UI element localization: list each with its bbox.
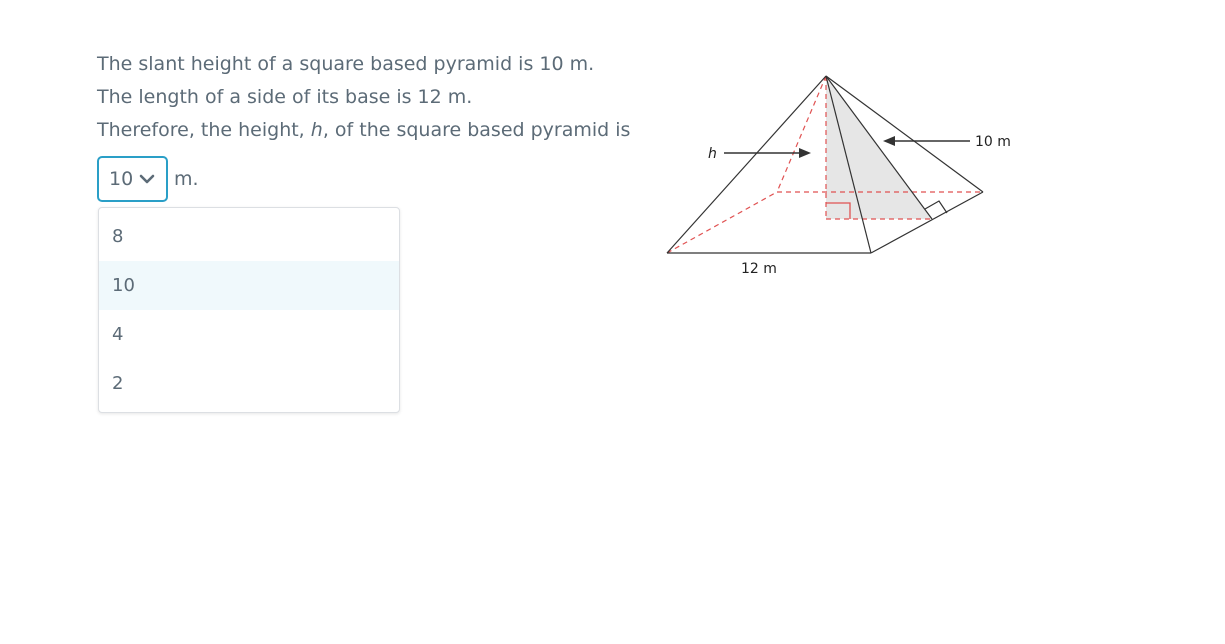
answer-select-value: 10 xyxy=(109,168,134,190)
question-page: The slant height of a square based pyram… xyxy=(0,0,1225,644)
question-line-3-prefix: Therefore, the height, xyxy=(97,119,311,141)
pyramid-diagram: h 10 m 12 m xyxy=(666,75,1011,277)
answer-select[interactable]: 10 xyxy=(97,156,168,202)
height-variable: h xyxy=(310,119,323,141)
hidden-edges xyxy=(666,75,983,254)
chevron-down-icon xyxy=(139,174,155,184)
question-text: The slant height of a square based pyram… xyxy=(97,48,637,147)
answer-dropdown-menu: 8 10 4 2 xyxy=(98,207,400,413)
answer-option[interactable]: 8 xyxy=(99,212,399,261)
question-line-2: The length of a side of its base is 12 m… xyxy=(97,86,473,108)
height-arrow xyxy=(724,148,811,158)
slant-height-label: 10 m xyxy=(975,134,1011,150)
question-line-3: Therefore, the height, h, of the square … xyxy=(97,114,637,147)
question-line-1: The slant height of a square based pyram… xyxy=(97,53,595,75)
question-line-3-suffix: , of the square based pyramid is xyxy=(322,119,631,141)
answer-unit-label: m. xyxy=(174,168,199,190)
answer-option[interactable]: 2 xyxy=(99,359,399,408)
base-length-label: 12 m xyxy=(741,261,777,277)
height-label: h xyxy=(708,146,717,162)
slant-arrow xyxy=(883,136,970,146)
answer-row: 10 m. xyxy=(97,156,199,202)
answer-option[interactable]: 4 xyxy=(99,310,399,359)
answer-option-selected[interactable]: 10 xyxy=(99,261,399,310)
right-angle-marker-slant xyxy=(924,200,948,214)
